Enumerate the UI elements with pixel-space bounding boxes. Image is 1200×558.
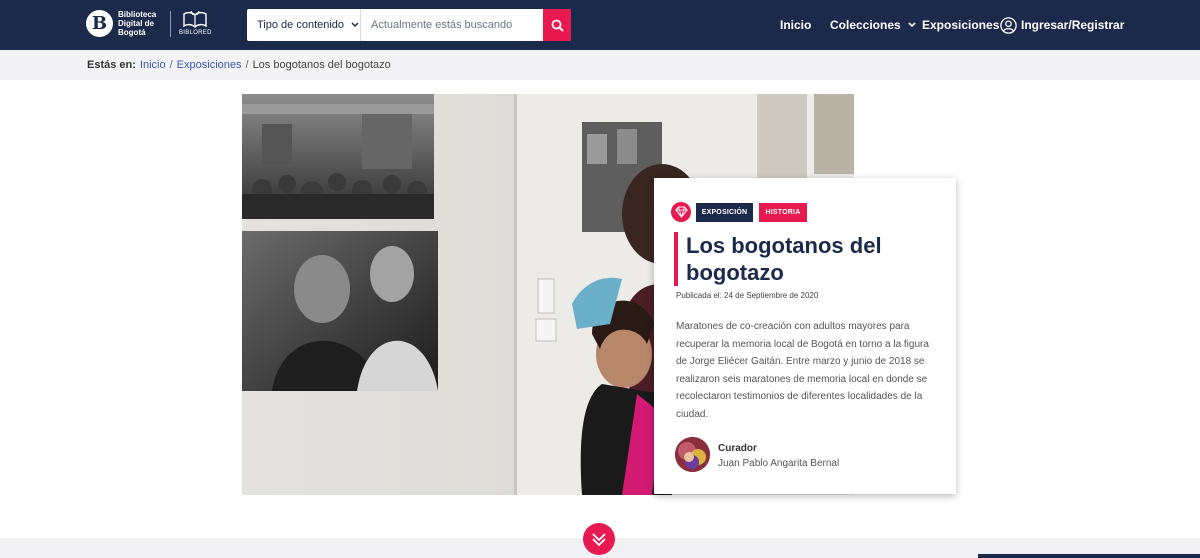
publish-date: Publicada el: 24 de Septiembre de 2020 [676, 291, 819, 300]
breadcrumb-separator: / [245, 59, 249, 71]
user-icon [1000, 16, 1017, 34]
login-register-link[interactable]: Ingresar/Registrar [1000, 0, 1124, 50]
exhibition-card: EXPOSICIÓN HISTORIA Los bogotanos del bo… [654, 178, 956, 494]
nav-colecciones[interactable]: Colecciones [830, 0, 916, 50]
nav-colecciones-label: Colecciones [830, 18, 901, 32]
logo-line: Bogotá [118, 28, 146, 37]
footer-accent-line [978, 554, 1200, 558]
search-button[interactable] [543, 9, 571, 41]
breadcrumb-separator: / [169, 59, 173, 71]
site-logo[interactable]: B Biblioteca Digital de Bogotá BIBLORED [86, 10, 212, 37]
breadcrumb: Estás en: Inicio / Exposiciones / Los bo… [87, 59, 391, 71]
page-title: Los bogotanos del bogotazo [686, 233, 882, 285]
curator-label: Curador [718, 443, 757, 454]
tag-historia[interactable]: HISTORIA [759, 203, 807, 222]
curator-name[interactable]: Juan Pablo Angarita Bernal [718, 458, 839, 469]
scroll-down-button[interactable] [583, 523, 615, 555]
open-book-icon [183, 11, 208, 28]
search-icon [551, 19, 564, 32]
nav-inicio[interactable]: Inicio [780, 0, 811, 50]
logo-line: Digital de [118, 19, 155, 28]
nav-inicio-label: Inicio [780, 18, 812, 32]
breadcrumb-item-exposiciones[interactable]: Exposiciones [177, 59, 242, 71]
exhibition-description: Maratones de co-creación con adultos may… [676, 321, 929, 420]
title-accent-bar [674, 232, 678, 286]
content-type-dropdown[interactable]: Tipo de contenido [247, 9, 361, 41]
logo-text: Biblioteca Digital de Bogotá [118, 10, 166, 37]
breadcrumb-label: Estás en: [87, 59, 136, 71]
nav-exposiciones-label: Exposiciones [922, 18, 1000, 32]
logo-emblem: B [86, 10, 113, 37]
search-bar: Tipo de contenido [247, 9, 571, 41]
biblored-label: BIBLORED [179, 30, 212, 36]
biblored-logo[interactable]: BIBLORED [179, 11, 212, 36]
double-chevron-down-icon [592, 533, 606, 547]
gem-icon [671, 202, 691, 222]
logo-divider [170, 10, 171, 37]
logo-line: Biblioteca [118, 10, 157, 19]
content-type-label: Tipo de contenido [257, 19, 345, 31]
search-input[interactable] [361, 9, 543, 41]
nav-exposiciones[interactable]: Exposiciones [922, 0, 999, 50]
breadcrumb-item-current: Los bogotanos del bogotazo [252, 59, 391, 71]
chevron-down-icon [351, 22, 359, 28]
login-register-label: Ingresar/Registrar [1021, 18, 1125, 32]
top-navigation-bar: B Biblioteca Digital de Bogotá BIBLORED … [0, 0, 1200, 50]
breadcrumb-item-inicio[interactable]: Inicio [140, 59, 166, 71]
tag-exposicion[interactable]: EXPOSICIÓN [696, 203, 753, 222]
chevron-down-icon [908, 22, 916, 28]
curator-avatar [675, 437, 710, 472]
